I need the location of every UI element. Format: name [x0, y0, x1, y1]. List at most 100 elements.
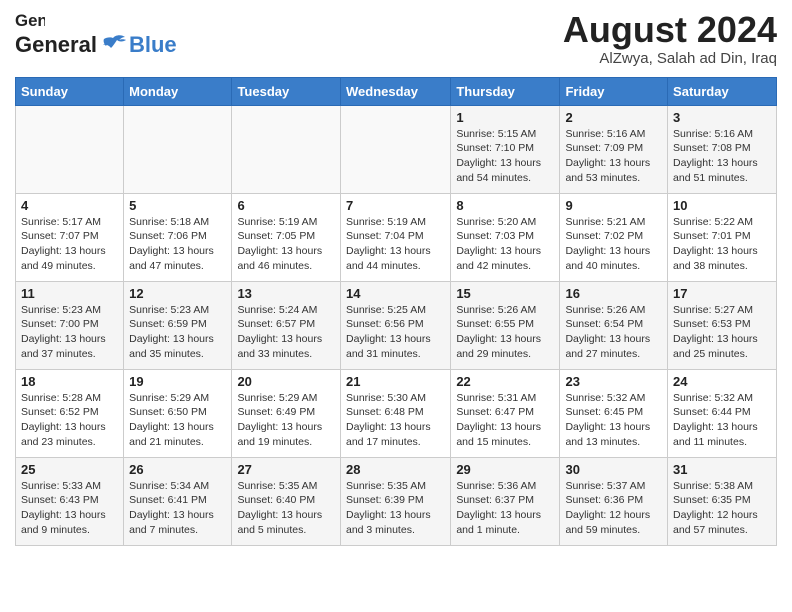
calendar-day-cell: 13Sunrise: 5:24 AM Sunset: 6:57 PM Dayli…: [232, 281, 341, 369]
calendar-table: SundayMondayTuesdayWednesdayThursdayFrid…: [15, 77, 777, 546]
logo: General General Blue: [15, 10, 177, 58]
calendar-day-cell: 20 Sunrise: 5:29 AM Sunset: 6:49 PM Dayli…: [232, 369, 341, 457]
day-info: Sunrise: 5:23 AM Sunset: 7:00 PM Dayligh…: [21, 303, 118, 362]
day-info: Sunrise: 5:26 AM Sunset: 6:54 PM Dayligh…: [565, 303, 662, 362]
day-info: Sunrise: 5:32 AM Sunset: 6:45 PM Dayligh…: [565, 391, 662, 450]
day-info: Sunrise: 5:29 AM Sunset: 6:49 PM Dayligh…: [237, 391, 335, 450]
calendar-day-cell: 19Sunrise: 5:29 AM Sunset: 6:50 PM Dayli…: [124, 369, 232, 457]
day-info: Sunrise: 5:26 AM Sunset: 6:55 PM Dayligh…: [456, 303, 554, 362]
day-number: 14: [346, 286, 445, 301]
day-number: 8: [456, 198, 554, 213]
day-number: 7: [346, 198, 445, 213]
day-info: Sunrise: 5:28 AM Sunset: 6:52 PM Dayligh…: [21, 391, 118, 450]
title-block: August 2024 AlZwya, Salah ad Din, Iraq: [563, 10, 777, 67]
calendar-day-cell: 10Sunrise: 5:22 AM Sunset: 7:01 PM Dayli…: [668, 193, 777, 281]
calendar-day-cell: 25Sunrise: 5:33 AM Sunset: 6:43 PM Dayli…: [16, 457, 124, 545]
calendar-day-cell: 2 Sunrise: 5:16 AM Sunset: 7:09 PM Daylig…: [560, 105, 668, 193]
calendar-week-row: 11 Sunrise: 5:23 AM Sunset: 7:00 PM Dayli…: [16, 281, 777, 369]
calendar-week-row: 1 Sunrise: 5:15 AM Sunset: 7:10 PM Daylig…: [16, 105, 777, 193]
day-info: Sunrise: 5:24 AM Sunset: 6:57 PM Dayligh…: [237, 303, 335, 362]
day-info: Sunrise: 5:35 AM Sunset: 6:39 PM Dayligh…: [346, 479, 445, 538]
day-number: 20: [237, 374, 335, 389]
calendar-day-cell: 11 Sunrise: 5:23 AM Sunset: 7:00 PM Dayli…: [16, 281, 124, 369]
day-of-week-header: Friday: [560, 77, 668, 105]
calendar-day-cell: 14 Sunrise: 5:25 AM Sunset: 6:56 PM Dayli…: [340, 281, 450, 369]
day-of-week-header: Wednesday: [340, 77, 450, 105]
calendar-day-cell: 16 Sunrise: 5:26 AM Sunset: 6:54 PM Dayli…: [560, 281, 668, 369]
day-number: 26: [129, 462, 226, 477]
day-of-week-header: Monday: [124, 77, 232, 105]
calendar-day-cell: 5 Sunrise: 5:18 AM Sunset: 7:06 PM Daylig…: [124, 193, 232, 281]
calendar-day-cell: 26Sunrise: 5:34 AM Sunset: 6:41 PM Dayli…: [124, 457, 232, 545]
calendar-day-cell: 27Sunrise: 5:35 AM Sunset: 6:40 PM Dayli…: [232, 457, 341, 545]
day-info: Sunrise: 5:27 AM Sunset: 6:53 PM Dayligh…: [673, 303, 771, 362]
day-info: Sunrise: 5:20 AM Sunset: 7:03 PM Dayligh…: [456, 215, 554, 274]
calendar-day-cell: 1 Sunrise: 5:15 AM Sunset: 7:10 PM Daylig…: [451, 105, 560, 193]
day-number: 22: [456, 374, 554, 389]
calendar-day-cell: [340, 105, 450, 193]
day-number: 1: [456, 110, 554, 125]
calendar-day-cell: 31 Sunrise: 5:38 AM Sunset: 6:35 PM Dayli…: [668, 457, 777, 545]
month-year-title: August 2024: [563, 10, 777, 50]
day-number: 21: [346, 374, 445, 389]
day-number: 25: [21, 462, 118, 477]
day-number: 2: [565, 110, 662, 125]
calendar-day-cell: 17 Sunrise: 5:27 AM Sunset: 6:53 PM Dayli…: [668, 281, 777, 369]
day-info: Sunrise: 5:25 AM Sunset: 6:56 PM Dayligh…: [346, 303, 445, 362]
calendar-header: SundayMondayTuesdayWednesdayThursdayFrid…: [16, 77, 777, 105]
day-number: 9: [565, 198, 662, 213]
day-info: Sunrise: 5:15 AM Sunset: 7:10 PM Dayligh…: [456, 127, 554, 186]
calendar-week-row: 4 Sunrise: 5:17 AM Sunset: 7:07 PM Daylig…: [16, 193, 777, 281]
day-info: Sunrise: 5:29 AM Sunset: 6:50 PM Dayligh…: [129, 391, 226, 450]
day-info: Sunrise: 5:32 AM Sunset: 6:44 PM Dayligh…: [673, 391, 771, 450]
calendar-day-cell: 8 Sunrise: 5:20 AM Sunset: 7:03 PM Daylig…: [451, 193, 560, 281]
day-number: 16: [565, 286, 662, 301]
day-info: Sunrise: 5:22 AM Sunset: 7:01 PM Dayligh…: [673, 215, 771, 274]
day-number: 29: [456, 462, 554, 477]
day-number: 30: [565, 462, 662, 477]
day-number: 5: [129, 198, 226, 213]
day-info: Sunrise: 5:38 AM Sunset: 6:35 PM Dayligh…: [673, 479, 771, 538]
calendar-day-cell: [124, 105, 232, 193]
day-info: Sunrise: 5:21 AM Sunset: 7:02 PM Dayligh…: [565, 215, 662, 274]
calendar-week-row: 18Sunrise: 5:28 AM Sunset: 6:52 PM Dayli…: [16, 369, 777, 457]
calendar-day-cell: 9 Sunrise: 5:21 AM Sunset: 7:02 PM Daylig…: [560, 193, 668, 281]
calendar-day-cell: 3 Sunrise: 5:16 AM Sunset: 7:08 PM Daylig…: [668, 105, 777, 193]
day-of-week-header: Sunday: [16, 77, 124, 105]
logo-general: General: [15, 32, 97, 58]
day-info: Sunrise: 5:23 AM Sunset: 6:59 PM Dayligh…: [129, 303, 226, 362]
day-of-week-header: Saturday: [668, 77, 777, 105]
day-info: Sunrise: 5:16 AM Sunset: 7:08 PM Dayligh…: [673, 127, 771, 186]
calendar-day-cell: 21 Sunrise: 5:30 AM Sunset: 6:48 PM Dayli…: [340, 369, 450, 457]
calendar-day-cell: 7 Sunrise: 5:19 AM Sunset: 7:04 PM Daylig…: [340, 193, 450, 281]
day-info: Sunrise: 5:19 AM Sunset: 7:04 PM Dayligh…: [346, 215, 445, 274]
day-info: Sunrise: 5:37 AM Sunset: 6:36 PM Dayligh…: [565, 479, 662, 538]
calendar-week-row: 25Sunrise: 5:33 AM Sunset: 6:43 PM Dayli…: [16, 457, 777, 545]
day-of-week-header: Tuesday: [232, 77, 341, 105]
day-info: Sunrise: 5:18 AM Sunset: 7:06 PM Dayligh…: [129, 215, 226, 274]
day-number: 27: [237, 462, 335, 477]
day-number: 31: [673, 462, 771, 477]
day-number: 3: [673, 110, 771, 125]
calendar-day-cell: 30 Sunrise: 5:37 AM Sunset: 6:36 PM Dayli…: [560, 457, 668, 545]
location-subtitle: AlZwya, Salah ad Din, Iraq: [563, 50, 777, 67]
calendar-day-cell: 24 Sunrise: 5:32 AM Sunset: 6:44 PM Dayli…: [668, 369, 777, 457]
day-info: Sunrise: 5:16 AM Sunset: 7:09 PM Dayligh…: [565, 127, 662, 186]
calendar-day-cell: 12 Sunrise: 5:23 AM Sunset: 6:59 PM Dayli…: [124, 281, 232, 369]
calendar-day-cell: [16, 105, 124, 193]
logo-bird-icon: [99, 34, 127, 56]
day-number: 4: [21, 198, 118, 213]
day-number: 11: [21, 286, 118, 301]
day-info: Sunrise: 5:36 AM Sunset: 6:37 PM Dayligh…: [456, 479, 554, 538]
calendar-body: 1 Sunrise: 5:15 AM Sunset: 7:10 PM Daylig…: [16, 105, 777, 545]
day-number: 12: [129, 286, 226, 301]
day-info: Sunrise: 5:30 AM Sunset: 6:48 PM Dayligh…: [346, 391, 445, 450]
page-header: General General Blue August 2024 AlZwya,…: [15, 10, 777, 67]
day-info: Sunrise: 5:17 AM Sunset: 7:07 PM Dayligh…: [21, 215, 118, 274]
calendar-day-cell: 6Sunrise: 5:19 AM Sunset: 7:05 PM Daylig…: [232, 193, 341, 281]
day-number: 17: [673, 286, 771, 301]
day-number: 24: [673, 374, 771, 389]
day-info: Sunrise: 5:31 AM Sunset: 6:47 PM Dayligh…: [456, 391, 554, 450]
days-of-week-row: SundayMondayTuesdayWednesdayThursdayFrid…: [16, 77, 777, 105]
logo-icon: General: [15, 10, 45, 32]
